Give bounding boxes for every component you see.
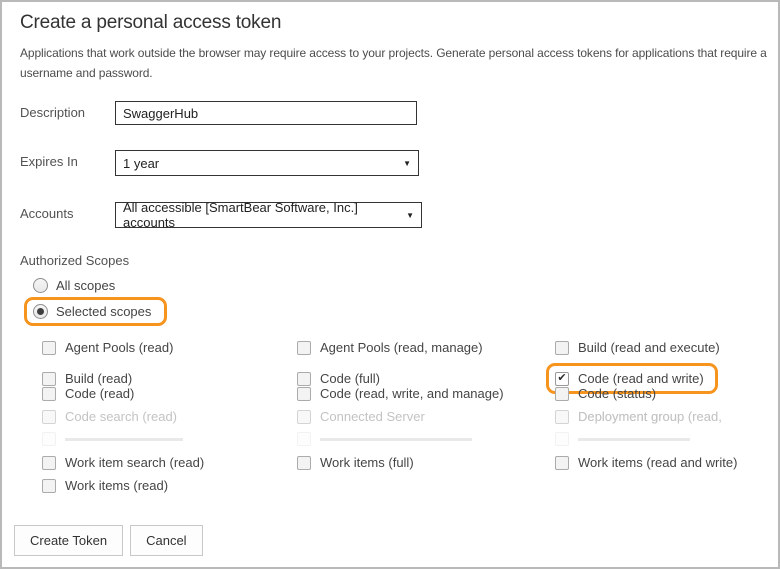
- scope-label: Build (read): [65, 371, 132, 386]
- faded-text-fragment: [65, 438, 183, 441]
- checkbox-icon[interactable]: ✔: [297, 372, 311, 386]
- scopes-row-faded: ✔ Code search (read) ✔ Connected Server …: [42, 409, 770, 423]
- scope-work-items-full[interactable]: ✔ Work items (full): [297, 455, 555, 470]
- checkbox-icon: [555, 432, 569, 446]
- scope-label: Code (status): [578, 386, 656, 401]
- scopes-row: ✔ Work item search (read) ✔ Work items (…: [42, 455, 770, 469]
- scope-code-read-write[interactable]: ✔ Code (read and write): [555, 371, 704, 386]
- checkbox-icon[interactable]: ✔: [42, 479, 56, 493]
- radio-icon[interactable]: [33, 278, 48, 293]
- scope-mode-radio-group: All scopes Selected scopes: [24, 274, 167, 326]
- annotation-highlight-selected-scopes: Selected scopes: [24, 297, 167, 326]
- authorized-scopes-label: Authorized Scopes: [20, 253, 129, 268]
- scope-code-search-read[interactable]: ✔ Code search (read): [42, 409, 297, 424]
- radio-selected-icon[interactable]: [33, 304, 48, 319]
- scope-label: Work items (full): [320, 455, 414, 470]
- ghost-scope-item: [42, 432, 297, 446]
- checkbox-icon[interactable]: ✔: [42, 341, 56, 355]
- radio-all-scopes[interactable]: All scopes: [24, 274, 167, 296]
- radio-all-scopes-label: All scopes: [56, 278, 115, 293]
- checkbox-icon[interactable]: ✔: [555, 456, 569, 470]
- expires-in-label: Expires In: [20, 154, 78, 169]
- checkbox-icon[interactable]: ✔: [297, 341, 311, 355]
- checkbox-checked-icon[interactable]: ✔: [555, 372, 569, 386]
- scope-work-items-read-write[interactable]: ✔ Work items (read and write): [555, 455, 770, 470]
- scope-label: Work items (read): [65, 478, 168, 493]
- checkbox-icon[interactable]: ✔: [297, 456, 311, 470]
- checkbox-icon[interactable]: ✔: [42, 387, 56, 401]
- radio-selected-scopes-label: Selected scopes: [56, 304, 151, 319]
- scopes-row: ✔ Code (read) ✔ Code (read, write, and m…: [42, 386, 770, 400]
- checkbox-icon[interactable]: ✔: [297, 387, 311, 401]
- scope-agent-pools-read[interactable]: ✔ Agent Pools (read): [42, 340, 297, 355]
- scope-label: Code search (read): [65, 409, 177, 424]
- scope-label: Work item search (read): [65, 455, 204, 470]
- checkbox-icon[interactable]: ✔: [555, 387, 569, 401]
- description-input[interactable]: [115, 101, 417, 125]
- dialog-actions: Create Token Cancel: [14, 525, 203, 556]
- checkbox-icon[interactable]: ✔: [42, 372, 56, 386]
- scope-label: Build (read and execute): [578, 340, 720, 355]
- expires-in-select[interactable]: 1 year ▼: [115, 150, 419, 176]
- scope-label: Connected Server: [320, 409, 425, 424]
- checkbox-icon[interactable]: ✔: [555, 410, 569, 424]
- scopes-row: ✔ Agent Pools (read) ✔ Agent Pools (read…: [42, 340, 770, 354]
- description-label: Description: [20, 105, 85, 120]
- empty-cell: [555, 478, 770, 493]
- faded-text-fragment: [578, 438, 690, 441]
- scope-label: Work items (read and write): [578, 455, 737, 470]
- radio-selected-scopes[interactable]: Selected scopes: [33, 304, 151, 319]
- scope-code-read-write-manage[interactable]: ✔ Code (read, write, and manage): [297, 386, 555, 401]
- scopes-row-ghost: [42, 432, 770, 446]
- create-token-button[interactable]: Create Token: [14, 525, 123, 556]
- scopes-grid: ✔ Agent Pools (read) ✔ Agent Pools (read…: [42, 340, 770, 501]
- scope-label: Code (read): [65, 386, 134, 401]
- scope-label: Code (read, write, and manage): [320, 386, 504, 401]
- scope-label: Code (full): [320, 371, 380, 386]
- scope-build-read-execute[interactable]: ✔ Build (read and execute): [555, 340, 770, 355]
- scope-label: Agent Pools (read, manage): [320, 340, 483, 355]
- ghost-scope-item: [297, 432, 555, 446]
- dropdown-arrow-icon: ▼: [406, 211, 414, 220]
- scope-code-status[interactable]: ✔ Code (status): [555, 386, 770, 401]
- scope-deployment-group[interactable]: ✔ Deployment group (read,: [555, 409, 770, 424]
- expires-in-value: 1 year: [123, 156, 159, 171]
- scope-work-item-search-read[interactable]: ✔ Work item search (read): [42, 455, 297, 470]
- check-icon: ✔: [557, 373, 566, 384]
- checkbox-icon[interactable]: ✔: [297, 410, 311, 424]
- cancel-button[interactable]: Cancel: [130, 525, 202, 556]
- checkbox-icon[interactable]: ✔: [42, 410, 56, 424]
- ghost-scope-item: [555, 432, 770, 446]
- create-pat-dialog: Create a personal access token Applicati…: [0, 0, 780, 569]
- scope-label: Deployment group (read,: [578, 409, 722, 424]
- scope-label: Code (read and write): [578, 371, 704, 386]
- scopes-row: ✔ Work items (read): [42, 478, 770, 492]
- checkbox-icon: [297, 432, 311, 446]
- accounts-select[interactable]: All accessible [SmartBear Software, Inc.…: [115, 202, 422, 228]
- scope-connected-server[interactable]: ✔ Connected Server: [297, 409, 555, 424]
- checkbox-icon[interactable]: ✔: [42, 456, 56, 470]
- scope-code-read[interactable]: ✔ Code (read): [42, 386, 297, 401]
- scopes-row: ✔ Build (read) ✔ Code (full) ✔ Code (rea…: [42, 363, 770, 377]
- scope-label: Agent Pools (read): [65, 340, 173, 355]
- faded-text-fragment: [320, 438, 472, 441]
- empty-cell: [297, 478, 555, 493]
- dropdown-arrow-icon: ▼: [403, 159, 411, 168]
- scope-work-items-read[interactable]: ✔ Work items (read): [42, 478, 297, 493]
- intro-text: Applications that work outside the brows…: [20, 44, 768, 84]
- accounts-value: All accessible [SmartBear Software, Inc.…: [123, 200, 400, 230]
- checkbox-icon: [42, 432, 56, 446]
- page-title: Create a personal access token: [20, 12, 281, 34]
- scope-agent-pools-read-manage[interactable]: ✔ Agent Pools (read, manage): [297, 340, 555, 355]
- accounts-label: Accounts: [20, 206, 73, 221]
- checkbox-icon[interactable]: ✔: [555, 341, 569, 355]
